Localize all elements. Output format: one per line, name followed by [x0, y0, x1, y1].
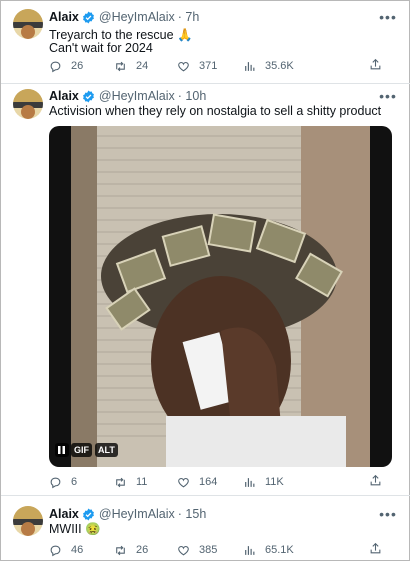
like-count: 371	[199, 60, 218, 72]
repost-button[interactable]: 11	[114, 474, 147, 490]
views-button[interactable]: 65.1K	[243, 542, 294, 558]
more-icon[interactable]: •••	[379, 507, 397, 524]
reply-icon	[50, 545, 61, 556]
pause-icon[interactable]	[55, 443, 69, 457]
reply-icon	[50, 61, 61, 72]
reply-count: 26	[71, 60, 84, 72]
repost-count: 26	[136, 544, 149, 556]
reply-icon	[50, 477, 61, 488]
avatar[interactable]	[13, 89, 43, 119]
views-icon	[245, 545, 255, 555]
reply-button[interactable]: 26	[49, 58, 83, 74]
gif-frame	[71, 126, 370, 467]
share-icon	[370, 58, 381, 70]
tweet-header: Alaix @HeyImAlaix · 7h	[49, 10, 199, 24]
repost-icon	[116, 545, 125, 555]
like-icon	[178, 477, 189, 487]
views-count: 11K	[265, 476, 284, 488]
tweet-text-line: Activision when they rely on nostalgia t…	[49, 104, 382, 118]
like-icon	[178, 545, 189, 555]
tweet-2[interactable]: Alaix @HeyImAlaix · 10h ••• Activision w…	[1, 84, 410, 494]
action-bar: 6 11 164 11K	[49, 474, 381, 490]
like-count: 385	[199, 544, 218, 556]
user-handle[interactable]: @HeyImAlaix	[99, 89, 175, 103]
reply-count: 46	[71, 544, 84, 556]
tweet-text-line: Can't wait for 2024	[49, 41, 153, 55]
like-button[interactable]: 164	[177, 474, 217, 490]
display-name[interactable]: Alaix	[49, 89, 79, 103]
tweet-text-line: MWIII 🤢	[49, 522, 101, 536]
display-name[interactable]: Alaix	[49, 507, 79, 521]
display-name[interactable]: Alaix	[49, 10, 79, 24]
more-icon[interactable]: •••	[379, 10, 397, 27]
gif-image	[71, 126, 370, 467]
repost-icon	[116, 477, 125, 487]
more-icon[interactable]: •••	[379, 89, 397, 106]
repost-count: 24	[136, 60, 149, 72]
views-icon	[245, 61, 255, 71]
action-bar: 46 26 385 65.1K	[49, 542, 381, 558]
timestamp[interactable]: · 15h	[178, 507, 207, 521]
views-button[interactable]: 11K	[243, 474, 284, 490]
views-icon	[245, 477, 255, 487]
user-handle[interactable]: @HeyImAlaix	[99, 10, 175, 24]
repost-icon	[116, 61, 125, 71]
like-icon	[178, 61, 189, 71]
like-count: 164	[199, 476, 218, 488]
timestamp[interactable]: · 7h	[178, 10, 200, 24]
share-icon	[370, 542, 381, 554]
verified-badge-icon	[82, 90, 95, 103]
repost-button[interactable]: 26	[114, 542, 148, 558]
share-button[interactable]	[369, 58, 382, 74]
like-button[interactable]: 385	[177, 542, 217, 558]
reply-count: 6	[71, 476, 78, 488]
share-button[interactable]	[369, 542, 382, 558]
action-bar: 26 24 371 35.6K	[49, 58, 381, 74]
gif-badge: GIF	[71, 443, 92, 457]
repost-button[interactable]: 24	[114, 58, 148, 74]
avatar[interactable]	[13, 9, 43, 39]
reply-button[interactable]: 6	[49, 474, 77, 490]
views-count: 65.1K	[265, 544, 294, 556]
share-icon	[370, 474, 381, 486]
reply-button[interactable]: 46	[49, 542, 83, 558]
tweet-1[interactable]: Alaix @HeyImAlaix · 7h ••• Treyarch to t…	[1, 1, 410, 83]
alt-badge[interactable]: ALT	[95, 443, 118, 457]
views-button[interactable]: 35.6K	[243, 58, 294, 74]
timeline: Alaix @HeyImAlaix · 7h ••• Treyarch to t…	[0, 0, 410, 561]
views-count: 35.6K	[265, 60, 294, 72]
timestamp[interactable]: · 10h	[178, 89, 207, 103]
tweet-header: Alaix @HeyImAlaix · 15h	[49, 507, 206, 521]
verified-badge-icon	[82, 11, 95, 24]
like-button[interactable]: 371	[177, 58, 217, 74]
share-button[interactable]	[369, 474, 382, 490]
repost-count: 11	[136, 476, 148, 488]
tweet-header: Alaix @HeyImAlaix · 10h	[49, 89, 206, 103]
gif-media[interactable]: GIF ALT	[49, 126, 392, 467]
avatar[interactable]	[13, 506, 43, 536]
tweet-3[interactable]: Alaix @HeyImAlaix · 15h ••• MWIII 🤢 46 2…	[1, 496, 410, 561]
verified-badge-icon	[82, 508, 95, 521]
user-handle[interactable]: @HeyImAlaix	[99, 507, 175, 521]
